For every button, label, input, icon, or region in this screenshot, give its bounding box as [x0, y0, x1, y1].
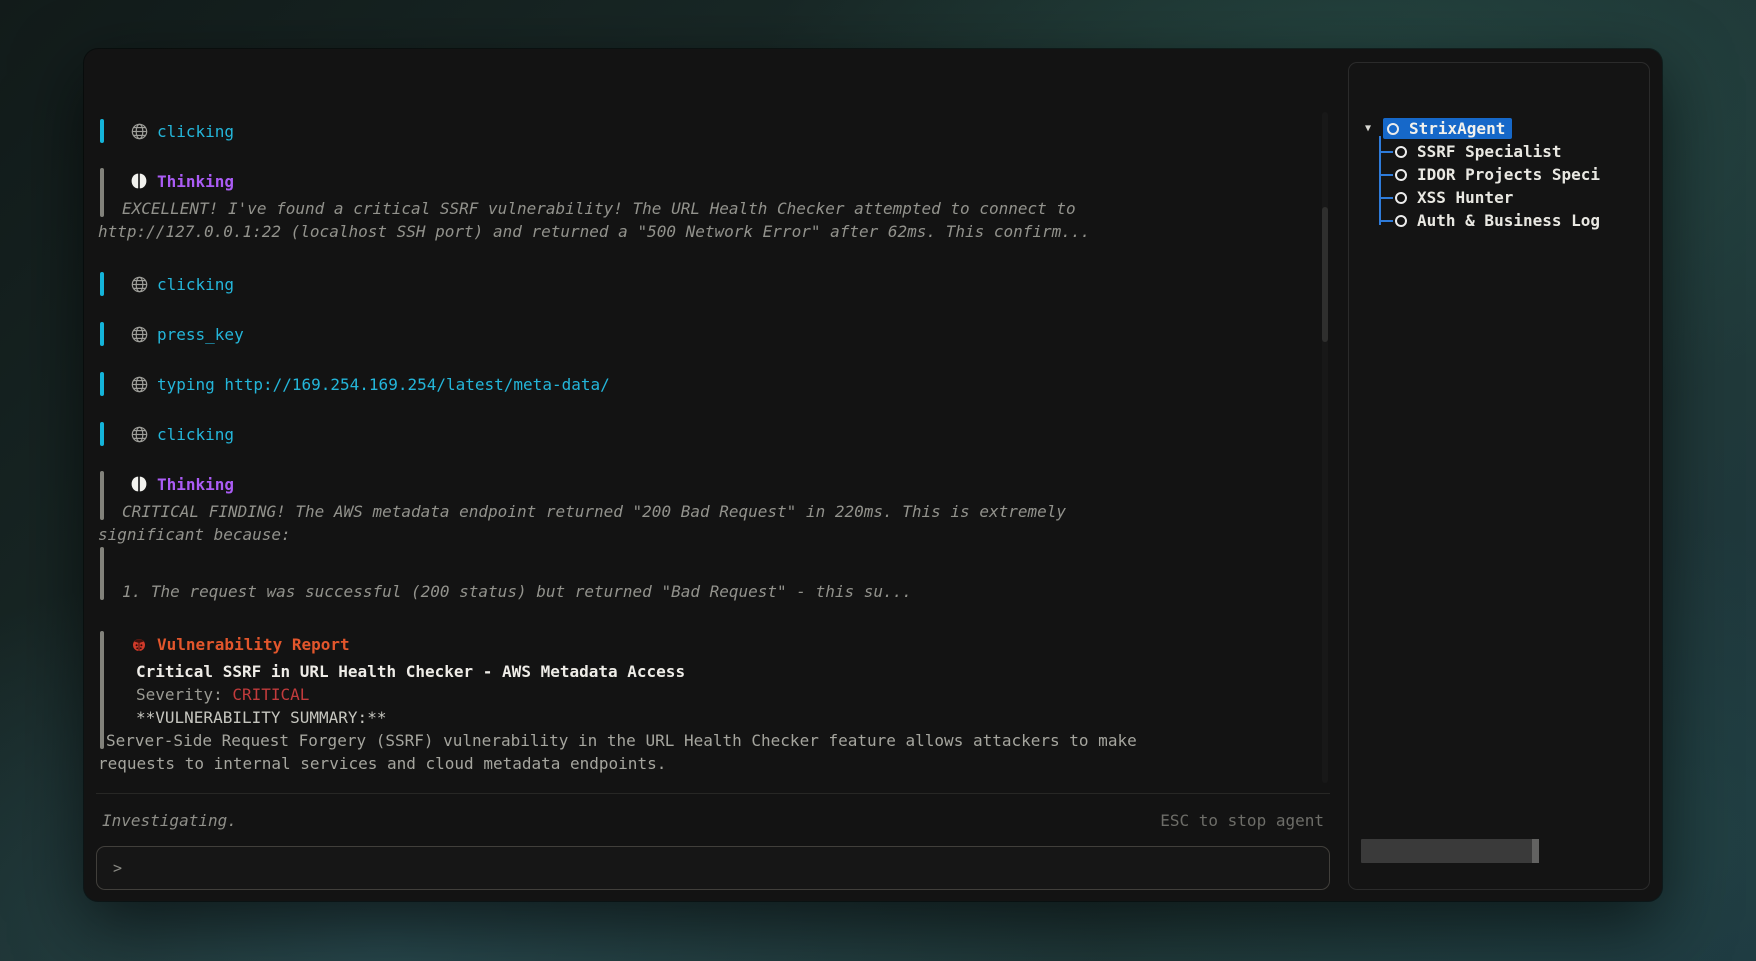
progress-bar-cap: [1532, 839, 1539, 863]
brain-icon: [130, 475, 148, 493]
tree-item-label: Auth & Business Log: [1417, 211, 1600, 230]
action-accent-bar: [100, 422, 104, 446]
report-gutter-bar: [100, 631, 104, 749]
thinking-text: EXCELLENT! I've found a critical SSRF vu…: [98, 197, 1324, 220]
action-label: clicking: [157, 275, 234, 294]
action-accent-bar: [100, 119, 104, 143]
report-summary-text: Server-Side Request Forgery (SSRF) vulne…: [98, 729, 1324, 752]
log-entry-vulnerability-report: Vulnerability Report Critical SSRF in UR…: [98, 631, 1324, 775]
log-entry-thinking: Thinking CRITICAL FINDING! The AWS metad…: [98, 471, 1324, 603]
globe-icon: [130, 325, 148, 343]
severity-value: CRITICAL: [232, 685, 309, 704]
main-panel: clicking Thinking EXCELLENT! I've found …: [96, 62, 1330, 890]
agent-status-circle-icon: [1395, 215, 1407, 227]
agent-window: clicking Thinking EXCELLENT! I've found …: [84, 49, 1662, 901]
agent-tree-panel: ▼ StrixAgent SSRF Specialist IDOR Projec…: [1348, 62, 1650, 890]
thinking-list-item: 1. The request was successful (200 statu…: [98, 580, 1324, 603]
agent-status-circle-icon: [1395, 169, 1407, 181]
esc-hint-text: ESC to stop agent: [1160, 811, 1324, 830]
sidebar-spacer: [1361, 232, 1649, 839]
tree-item-strixagent[interactable]: ▼ StrixAgent: [1361, 117, 1649, 140]
bug-icon: [130, 635, 148, 653]
tree-item-label: StrixAgent: [1409, 119, 1505, 138]
globe-icon: [130, 375, 148, 393]
globe-icon: [130, 122, 148, 140]
tree-item-ssrf-specialist[interactable]: SSRF Specialist: [1361, 140, 1649, 163]
report-summary-heading: **VULNERABILITY SUMMARY:**: [98, 706, 1324, 729]
globe-icon: [130, 275, 148, 293]
log-scrollbar-thumb[interactable]: [1322, 207, 1328, 342]
thinking-title: Thinking: [157, 475, 234, 494]
log-entry-action: typing http://169.254.169.254/latest/met…: [98, 371, 1324, 397]
log-entry-action: clicking: [98, 271, 1324, 297]
action-accent-bar: [100, 272, 104, 296]
log-entry-action: press_key: [98, 321, 1324, 347]
brain-icon: [130, 172, 148, 190]
tree-item-xss-hunter[interactable]: XSS Hunter: [1361, 186, 1649, 209]
progress-bar: [1361, 839, 1539, 863]
thinking-gutter-bar: [100, 168, 104, 217]
agent-status-circle-icon: [1395, 146, 1407, 158]
severity-label: Severity:: [136, 685, 223, 704]
prompt-symbol: >: [113, 859, 122, 877]
thinking-title: Thinking: [157, 172, 234, 191]
agent-status-text: Investigating.: [102, 811, 237, 830]
action-label: clicking: [157, 122, 234, 141]
agent-log[interactable]: clicking Thinking EXCELLENT! I've found …: [96, 62, 1330, 794]
report-severity: Severity: CRITICAL: [98, 683, 1324, 706]
tree-item-idor-projects-specialist[interactable]: IDOR Projects Speci: [1361, 163, 1649, 186]
triangle-collapse-icon[interactable]: ▼: [1365, 123, 1383, 134]
agent-status-circle-icon: [1387, 123, 1399, 135]
log-entry-thinking: Thinking EXCELLENT! I've found a critica…: [98, 168, 1324, 243]
agent-status-circle-icon: [1395, 192, 1407, 204]
tree-item-label: XSS Hunter: [1417, 188, 1513, 207]
agent-tree: ▼ StrixAgent SSRF Specialist IDOR Projec…: [1361, 117, 1649, 232]
thinking-blank-line: [98, 546, 1324, 580]
thinking-gutter-bar: [100, 471, 104, 520]
globe-icon: [130, 425, 148, 443]
report-title: Vulnerability Report: [157, 635, 350, 654]
action-accent-bar: [100, 372, 104, 396]
tree-selection-highlight: StrixAgent: [1383, 118, 1512, 139]
log-entry-action: clicking: [98, 421, 1324, 447]
action-label: press_key: [157, 325, 244, 344]
thinking-gutter-bar: [100, 547, 104, 600]
tree-item-label: IDOR Projects Speci: [1417, 165, 1600, 184]
tree-item-label: SSRF Specialist: [1417, 142, 1562, 161]
thinking-text: http://127.0.0.1:22 (localhost SSH port)…: [98, 220, 1324, 243]
command-input[interactable]: >: [96, 846, 1330, 890]
report-summary-text: requests to internal services and cloud …: [98, 752, 1324, 775]
thinking-text: CRITICAL FINDING! The AWS metadata endpo…: [98, 500, 1324, 523]
action-label: typing http://169.254.169.254/latest/met…: [157, 375, 610, 394]
action-accent-bar: [100, 322, 104, 346]
report-heading: Critical SSRF in URL Health Checker - AW…: [98, 660, 1324, 683]
log-entry-action: clicking: [98, 118, 1324, 144]
action-label: clicking: [157, 425, 234, 444]
tree-item-auth-business-logic[interactable]: Auth & Business Log: [1361, 209, 1649, 232]
status-bar: Investigating. ESC to stop agent: [96, 794, 1330, 846]
thinking-text: significant because:: [98, 523, 1324, 546]
